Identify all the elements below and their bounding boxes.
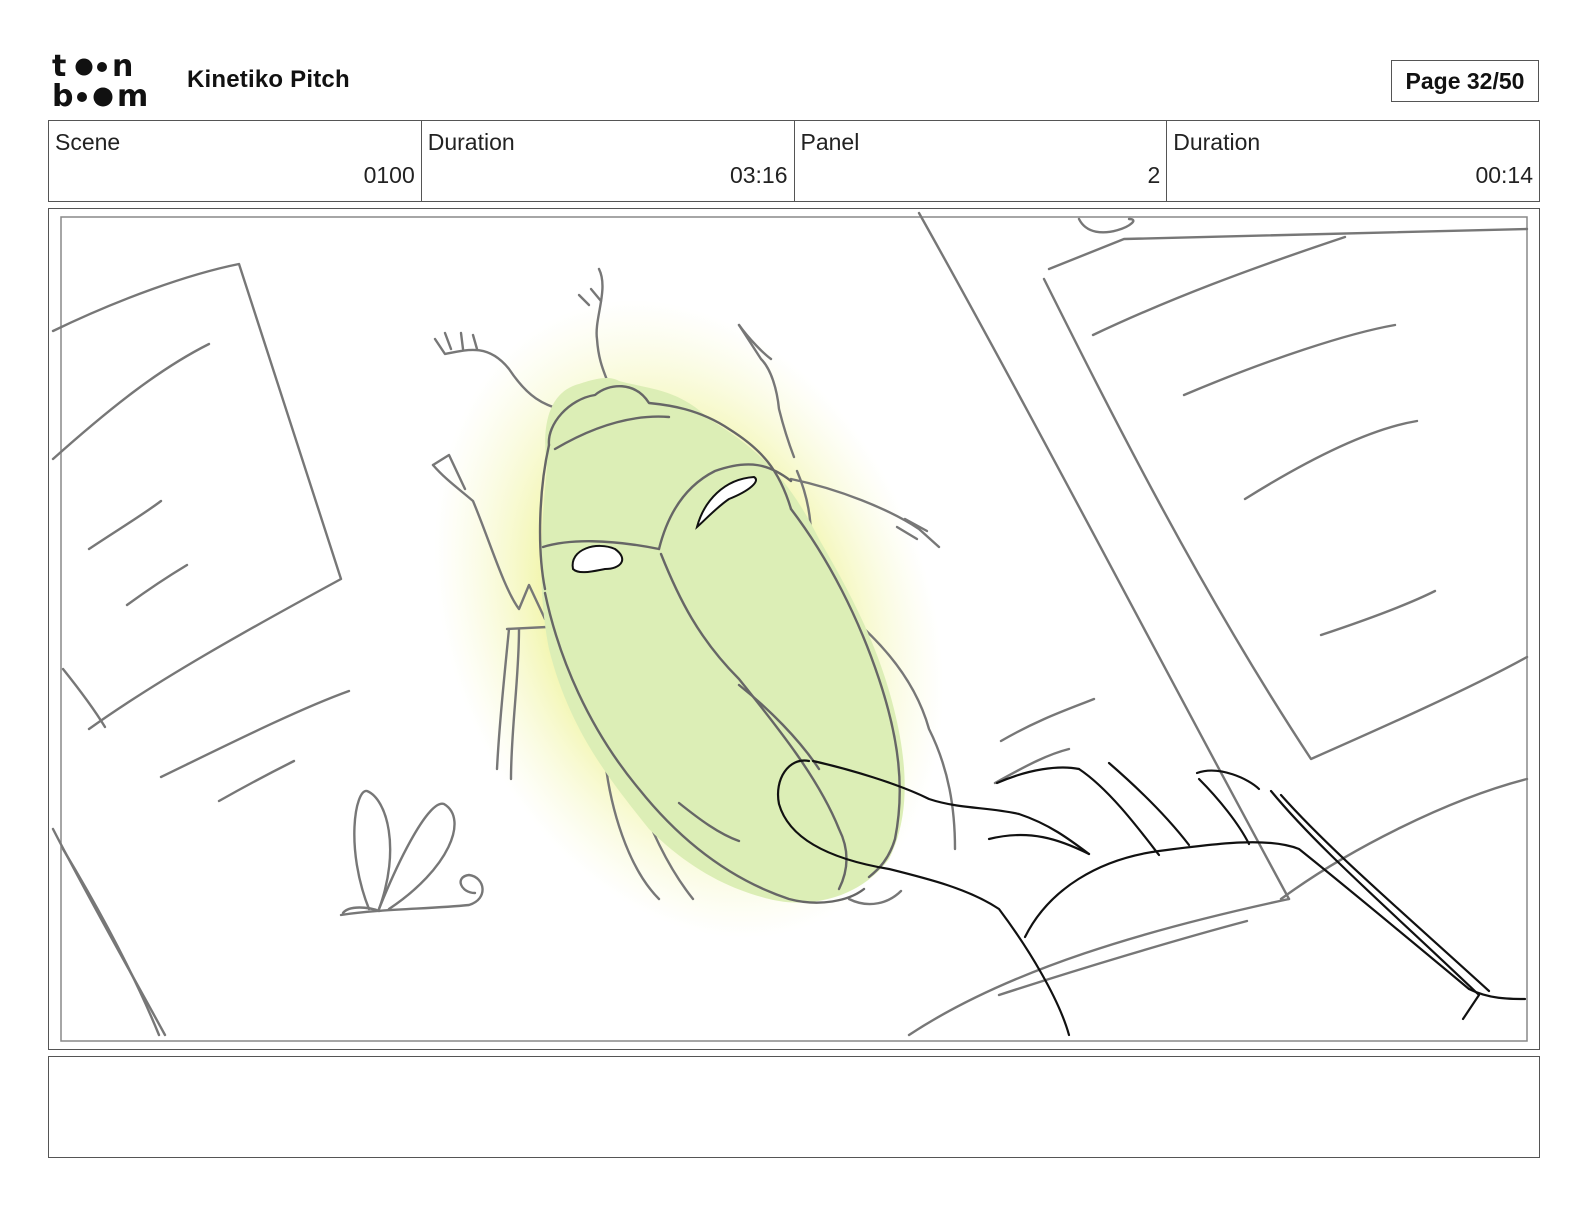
panel-cell: Panel 2 (795, 121, 1168, 201)
scene-label: Scene (55, 129, 121, 155)
svg-text:b: b (52, 79, 73, 112)
panel-notes-box (48, 1056, 1540, 1158)
storyboard-sketch (51, 211, 1529, 1042)
left-book-sketch (51, 262, 351, 1037)
panel-value: 2 (1147, 162, 1161, 188)
panel-duration-cell: Duration 00:14 (1167, 121, 1539, 201)
scene-info-table: Scene 0100 Duration 03:16 Panel 2 Durati… (48, 120, 1540, 202)
panel-duration-label: Duration (1173, 129, 1261, 155)
panel-label: Panel (800, 129, 860, 155)
scene-duration-value: 03:16 (729, 162, 788, 188)
storyboard-panel (48, 208, 1540, 1050)
scene-duration-label: Duration (427, 129, 515, 155)
panel-duration-value: 00:14 (1475, 162, 1533, 188)
scene-value: 0100 (363, 162, 415, 188)
toon-boom-logo: toon-boom-logo t n b m (52, 50, 148, 112)
scene-cell: Scene 0100 (49, 121, 422, 201)
page-number: Page 32/50 (1391, 60, 1539, 102)
scene-duration-cell: Duration 03:16 (422, 121, 795, 201)
petal-sketch (339, 789, 484, 917)
project-title: Kinetiko Pitch (187, 66, 350, 93)
svg-text:m: m (117, 79, 148, 112)
